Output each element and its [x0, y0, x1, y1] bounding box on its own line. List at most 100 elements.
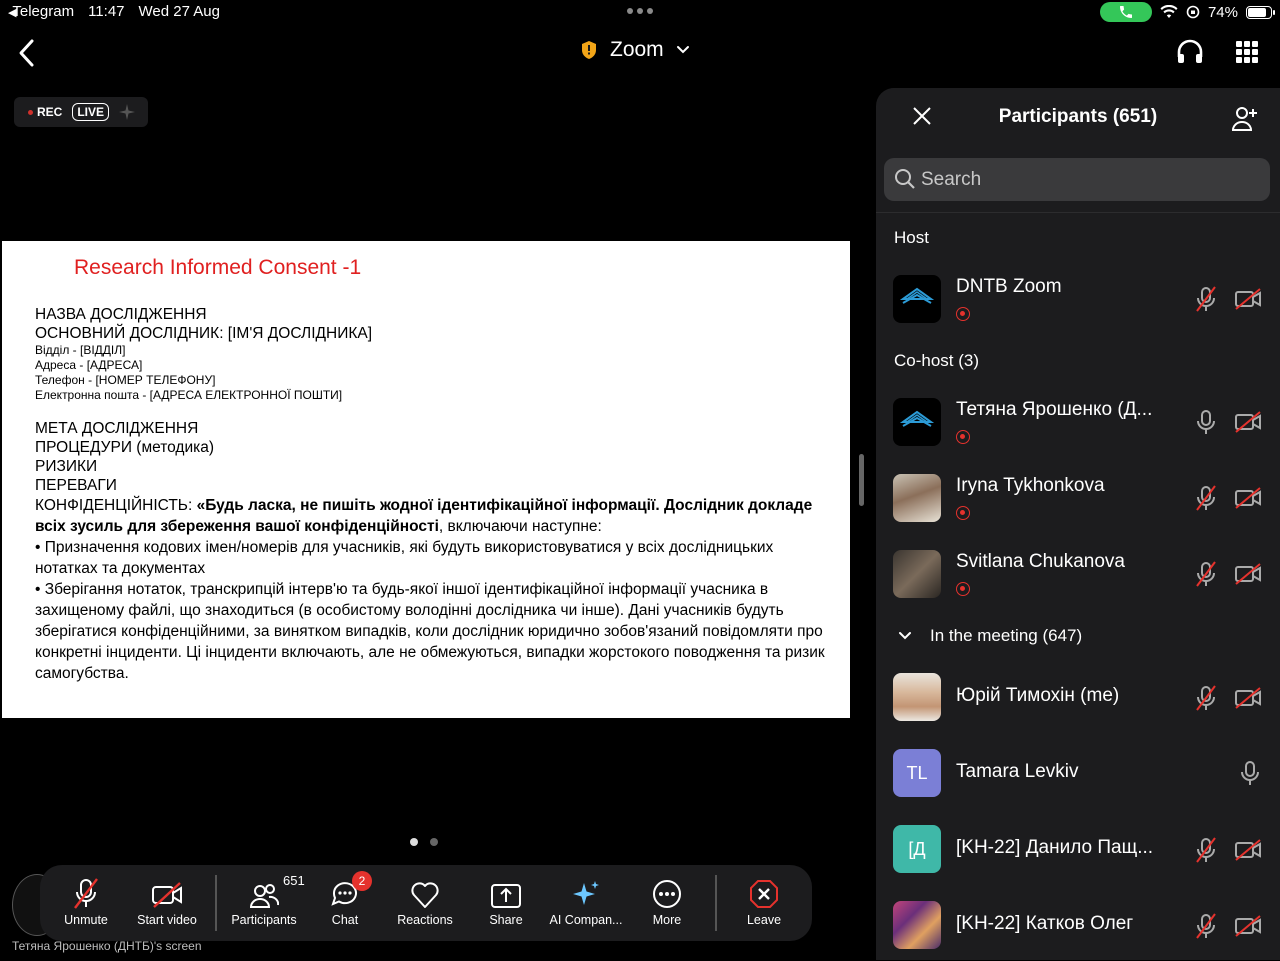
- participants-icon: [249, 884, 279, 908]
- panel-resize-handle[interactable]: [859, 454, 864, 506]
- page-dot[interactable]: [410, 838, 418, 846]
- cohost-section-header: Co-host (3): [894, 351, 980, 370]
- avatar: [893, 275, 941, 323]
- active-call-pill[interactable]: [1099, 2, 1152, 22]
- participant-row[interactable]: Iryna Tykhonkova: [876, 461, 1280, 533]
- audio-button[interactable]: [1176, 39, 1204, 70]
- recording-icon: [956, 582, 970, 596]
- more-button[interactable]: More: [644, 865, 690, 941]
- participant-name: [KH-22] Данило Пащ...: [956, 837, 1154, 858]
- gallery-view-button[interactable]: [1235, 40, 1259, 69]
- participant-row[interactable]: Svitlana Chukanova: [876, 537, 1280, 609]
- video-off-icon: [1234, 915, 1262, 942]
- participant-name: Tamara Levkiv: [956, 761, 1079, 782]
- avatar: [893, 474, 941, 522]
- participant-row[interactable]: [Д [KH-22] Данило Пащ...: [876, 813, 1280, 885]
- back-button[interactable]: [16, 38, 44, 68]
- meeting-section-header[interactable]: In the meeting (647): [898, 626, 1082, 646]
- mic-muted-icon: [74, 878, 98, 909]
- video-off-icon: [1234, 687, 1262, 714]
- confidentiality-label: КОНФІДЕНЦІЙНІСТЬ:: [35, 497, 197, 514]
- video-off-icon: [1234, 487, 1262, 514]
- invite-button[interactable]: [1231, 104, 1259, 137]
- search-input[interactable]: Search: [921, 169, 981, 191]
- recording-indicator[interactable]: REC LIVE: [14, 97, 148, 127]
- video-off-icon: [1234, 563, 1262, 590]
- status-time: 11:47: [88, 3, 125, 20]
- participant-row[interactable]: Юрій Тимохін (me): [876, 661, 1280, 733]
- participant-name: Iryna Tykhonkova: [956, 475, 1105, 496]
- avatar: TL: [893, 749, 941, 797]
- chat-unread-badge: 2: [352, 871, 372, 891]
- video-off-icon: [152, 882, 182, 908]
- top-nav: Zoom: [0, 24, 1280, 84]
- slide-address: Адреса - [АДРЕСА]: [35, 358, 143, 372]
- share-button[interactable]: Share: [480, 865, 532, 941]
- participants-button[interactable]: 651 Participants: [228, 865, 304, 941]
- grid-icon: [1236, 41, 1258, 63]
- participant-row[interactable]: TL Tamara Levkiv: [876, 737, 1280, 809]
- slide-confidentiality: КОНФІДЕНЦІЙНІСТЬ: «Будь ласка, не пишіть…: [35, 495, 835, 537]
- meeting-toolbar: Unmute Start video 651 Participants 2 Ch…: [40, 865, 812, 941]
- page-dot[interactable]: [430, 838, 438, 846]
- slide-main-researcher: ОСНОВНИЙ ДОСЛІДНИК: [ІМ'Я ДОСЛІДНИКА]: [35, 325, 373, 342]
- leave-button[interactable]: Leave: [740, 865, 788, 941]
- recording-icon: [956, 430, 970, 444]
- video-off-icon: [1234, 839, 1262, 866]
- more-icon: [653, 880, 681, 908]
- slide-phone: Телефон - [НОМЕР ТЕЛЕФОНУ]: [35, 373, 216, 387]
- slide-procedures: ПРОЦЕДУРИ (методика): [35, 439, 215, 456]
- confidentiality-rest: , включаючи наступне:: [438, 518, 602, 535]
- participant-search[interactable]: Search: [884, 158, 1270, 201]
- participants-count: 651: [283, 873, 305, 888]
- chevron-left-icon: [19, 39, 34, 67]
- mic-muted-icon: [1194, 561, 1218, 592]
- slide-email: Електронна пошта - [АДРЕСА ЕЛЕКТРОННОЇ П…: [35, 388, 343, 402]
- mic-muted-icon: [1194, 286, 1218, 317]
- ai-sparkle-icon: [573, 881, 599, 905]
- status-bar: ◀ Telegram 11:47 Wed 27 Aug 74%: [0, 0, 1280, 24]
- slide-bullet-2: • Зберігання нотаток, транскрипцій інтер…: [35, 581, 825, 682]
- meeting-title-button[interactable]: Zoom: [580, 38, 690, 62]
- sparkle-icon: [119, 104, 136, 120]
- mic-icon: [1238, 760, 1262, 791]
- video-off-icon: [1234, 411, 1262, 438]
- mic-muted-icon: [1194, 685, 1218, 716]
- slide-study-name: НАЗВА ДОСЛІДЖЕННЯ: [35, 306, 207, 323]
- rec-label: REC: [37, 105, 63, 119]
- share-screen-icon: [491, 884, 521, 908]
- back-to-app[interactable]: ◀ Telegram: [8, 3, 74, 20]
- multitasking-dots[interactable]: [627, 8, 653, 14]
- status-date: Wed 27 Aug: [138, 3, 220, 20]
- record-dot-icon: [28, 109, 33, 115]
- panel-title: Participants (651): [998, 106, 1158, 127]
- participant-name: [KH-22] Катков Олег: [956, 913, 1134, 934]
- live-badge: LIVE: [72, 103, 110, 121]
- slide-body: НАЗВА ДОСЛІДЖЕННЯ ОСНОВНИЙ ДОСЛІДНИК: [І…: [35, 305, 835, 684]
- participant-name: Svitlana Chukanova: [956, 551, 1125, 572]
- slide-risks: РИЗИКИ: [35, 458, 98, 475]
- page-indicator[interactable]: [410, 838, 438, 846]
- screen-share-area: REC LIVE Research Informed Consent -1 НА…: [0, 88, 852, 960]
- shield-icon: [582, 41, 596, 59]
- orientation-lock-icon: [1186, 5, 1200, 19]
- reactions-button[interactable]: Reactions: [392, 865, 458, 941]
- chat-button[interactable]: 2 Chat: [320, 865, 372, 941]
- shared-slide: Research Informed Consent -1 НАЗВА ДОСЛІ…: [2, 241, 850, 718]
- participant-row[interactable]: DNTB Zoom: [876, 262, 1280, 334]
- headphones-icon: [1177, 39, 1203, 63]
- participant-name: Тетяна Ярошенко (Д...: [956, 399, 1153, 420]
- participant-row[interactable]: Тетяна Ярошенко (Д...: [876, 385, 1280, 457]
- participants-panel: Participants (651) Search Host DNTB Zoom…: [876, 88, 1280, 960]
- start-video-button[interactable]: Start video: [132, 865, 202, 941]
- ai-companion-button[interactable]: AI Compan...: [546, 865, 626, 941]
- unmute-button[interactable]: Unmute: [54, 865, 118, 941]
- mic-icon: [1194, 409, 1218, 440]
- video-off-icon: [1234, 288, 1262, 315]
- avatar: [893, 398, 941, 446]
- battery-percent: 74%: [1207, 3, 1238, 21]
- mic-muted-icon: [1194, 837, 1218, 868]
- dntb-logo-icon: [899, 287, 935, 304]
- toolbar-divider: [715, 875, 717, 931]
- participant-row[interactable]: [KH-22] Катков Олег: [876, 889, 1280, 961]
